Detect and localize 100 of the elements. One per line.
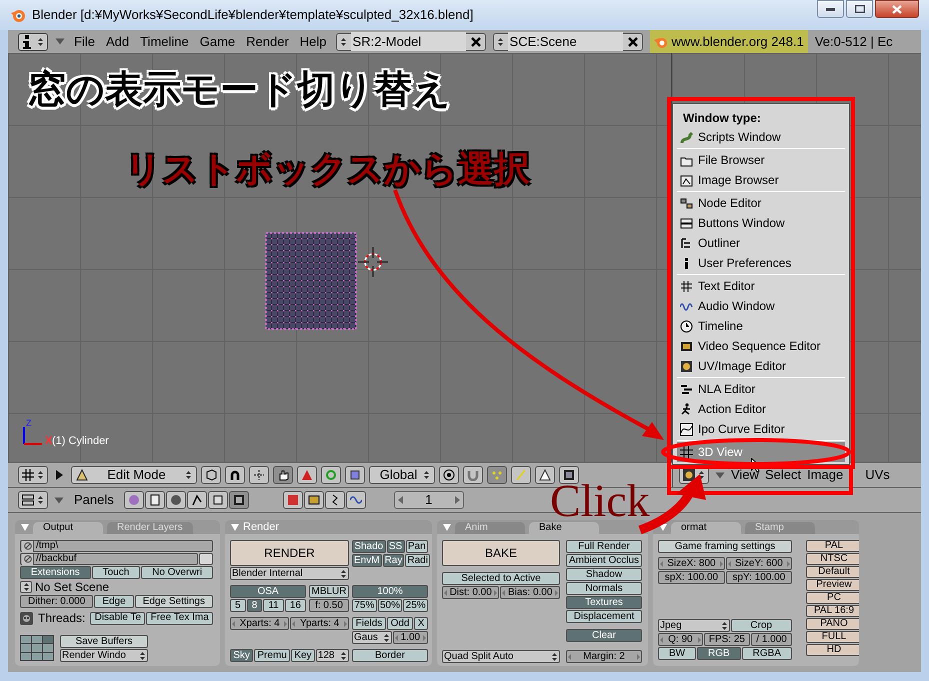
number-field[interactable]: SizeY: 600 [726, 557, 792, 570]
number-field[interactable]: spY: 100.00 [726, 571, 792, 584]
menu-item[interactable]: Render [244, 32, 291, 52]
number-field[interactable]: f: 0.50 [309, 599, 349, 612]
file-select-button[interactable] [199, 553, 213, 565]
toggle-button[interactable]: Disable Te [90, 612, 146, 624]
editor-type-menu[interactable] [18, 491, 48, 509]
render-button[interactable] [282, 491, 303, 509]
toggle-button[interactable]: Radi [405, 554, 430, 567]
panel-tab[interactable]: ormat [671, 522, 741, 534]
menu-item[interactable]: Select [764, 465, 802, 485]
render-view-button[interactable] [559, 466, 579, 484]
toggle-button[interactable]: X [414, 617, 428, 630]
toggle-button[interactable]: Textures [566, 596, 642, 609]
toggle-button[interactable]: SS [386, 540, 405, 553]
toggle-button[interactable]: Edge [94, 595, 134, 608]
audio-button[interactable] [346, 491, 366, 509]
number-field[interactable]: Dist: 0.00 [442, 586, 500, 599]
toggle-button[interactable]: 11 [263, 599, 284, 612]
maximize-button[interactable] [846, 0, 873, 18]
minimize-button[interactable] [817, 0, 844, 18]
toggle-button[interactable]: Border [352, 649, 428, 662]
number-field[interactable]: Bias: 0.00 [500, 586, 560, 599]
toggle-button[interactable]: Free Tex Ima [146, 612, 214, 624]
toggle-button[interactable]: RGB [697, 647, 741, 660]
manipulator-button[interactable] [249, 466, 269, 484]
toggle-button[interactable]: Selected to Active [442, 572, 560, 585]
number-field[interactable]: FPS: 25 [704, 633, 750, 646]
dropdown[interactable]: Render Windo [60, 649, 148, 662]
toggle-button[interactable]: 50% [378, 599, 402, 612]
close-button[interactable] [875, 0, 919, 18]
threads-button[interactable] [20, 612, 33, 624]
frame-number-field[interactable]: 1 [394, 491, 464, 509]
panel-tab[interactable]: Bake [529, 522, 599, 534]
toggle-button[interactable]: Crop [730, 619, 792, 632]
dropdown[interactable]: 128 [316, 649, 349, 662]
menu-item[interactable]: Game [198, 32, 238, 52]
vertex-select-button[interactable] [487, 466, 507, 484]
snap-button[interactable] [463, 466, 483, 484]
action-button[interactable]: RENDER [230, 540, 349, 566]
menu-item[interactable]: Timeline [138, 32, 191, 52]
object-button[interactable] [186, 491, 207, 509]
dropdown[interactable]: Gaus [352, 631, 392, 644]
pivot-button[interactable] [225, 466, 245, 484]
preset-button[interactable]: PANO [806, 618, 859, 630]
toggle-button[interactable]: Shado [352, 540, 386, 553]
menu-item[interactable]: View [731, 465, 759, 485]
toggle-button[interactable]: Pan [406, 540, 428, 553]
push-button[interactable]: Clear [566, 629, 642, 642]
toggle-button[interactable]: BW [658, 647, 696, 660]
scene-button[interactable] [228, 491, 249, 509]
number-field[interactable]: spX: 100.00 [658, 571, 725, 584]
push-button[interactable]: Edge Settings [134, 595, 213, 608]
preset-button[interactable]: Preview [806, 579, 859, 591]
preset-button[interactable]: HD [806, 644, 859, 656]
shading-button[interactable] [201, 466, 221, 484]
toggle-button[interactable]: 75% [352, 599, 377, 612]
preset-button[interactable]: PAL 16:9 [806, 605, 859, 617]
preset-button[interactable]: PC [806, 592, 859, 604]
toggle-button[interactable]: EnvM [352, 554, 382, 567]
dropdown[interactable]: No Set Scene [20, 580, 110, 594]
number-field[interactable]: Xparts: 4 [230, 617, 290, 630]
toggle-button[interactable]: OSA [230, 585, 306, 598]
anim-button[interactable] [304, 491, 324, 509]
toggle-button[interactable]: Ray [382, 554, 404, 567]
number-field[interactable]: 1.00 [392, 631, 428, 644]
push-button[interactable]: Save Buffers [60, 635, 148, 648]
toggle-button[interactable]: Shadow [566, 568, 642, 581]
orientation-dropdown[interactable]: Global [369, 466, 435, 484]
toggle-button[interactable]: Normals [566, 582, 642, 595]
sound-button[interactable] [324, 491, 345, 509]
toggle-button[interactable]: 25% [403, 599, 428, 612]
toggle-button[interactable]: Touch [92, 566, 140, 579]
number-field[interactable]: Dither: 0.000 [20, 595, 94, 608]
toggle-button[interactable]: Full Render [566, 540, 642, 553]
toggle-button[interactable]: Sky [230, 649, 254, 662]
menu-item[interactable]: UVs [865, 465, 890, 485]
preset-button[interactable]: NTSC [806, 553, 859, 565]
menu-item[interactable]: Panels [74, 490, 114, 510]
toggle-button[interactable]: 8 [246, 599, 262, 612]
toggle-button[interactable]: Premu [254, 649, 290, 662]
number-field[interactable]: SizeX: 800 [658, 557, 725, 570]
push-button[interactable]: Game framing settings [658, 540, 792, 553]
number-field[interactable]: / 1.000 [751, 633, 792, 646]
action-button[interactable]: BAKE [442, 540, 560, 566]
preset-button[interactable]: PAL [806, 540, 859, 552]
toggle-button[interactable]: 5 [230, 599, 246, 612]
toggle-button[interactable]: Displacement [566, 610, 642, 623]
preset-button[interactable]: Default [806, 566, 859, 578]
toggle-button[interactable]: Odd [386, 617, 414, 630]
edge-select-button[interactable] [511, 466, 531, 484]
scale-button[interactable] [321, 466, 341, 484]
menu-item[interactable]: Help [298, 32, 329, 52]
toggle-button[interactable]: 100% [352, 585, 428, 598]
editor-type-menu[interactable] [18, 466, 48, 484]
path-field[interactable]: /tmp\ [20, 540, 213, 552]
dropdown[interactable]: Jpeg [658, 619, 730, 632]
mode-dropdown[interactable]: Edit Mode [71, 466, 197, 484]
toggle-button[interactable]: 16 [284, 599, 306, 612]
toggle-button[interactable]: Key [291, 649, 315, 662]
